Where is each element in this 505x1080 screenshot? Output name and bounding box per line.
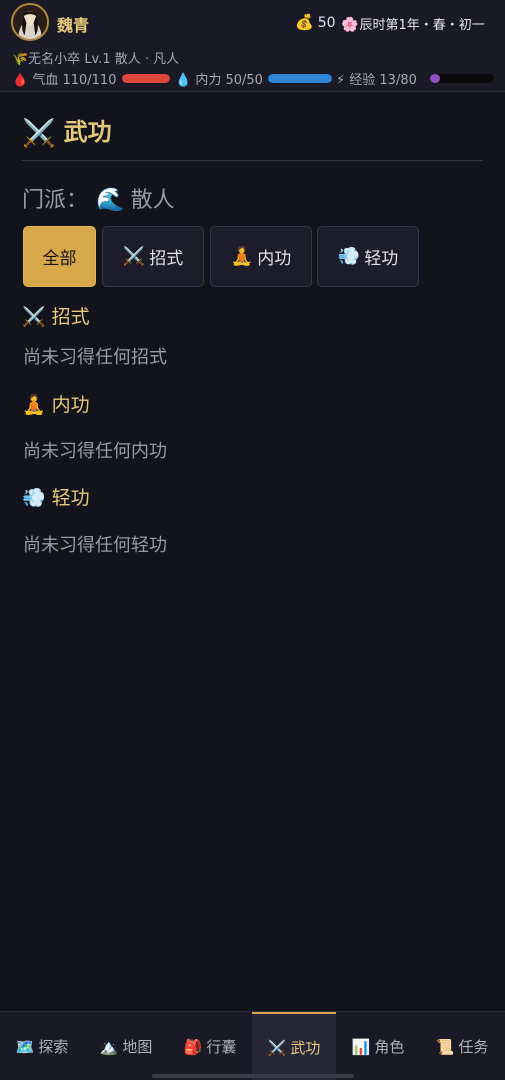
portrait-icon [13,5,47,39]
bar-chart-icon: 📊 [351,1037,371,1056]
mp-bar [268,74,332,83]
nav-character[interactable]: 📊 角色 [336,1012,420,1080]
game-time-text: 辰时第1年・春・初一 [359,18,485,33]
group-lightness-empty: 尚未习得任何轻功 [23,535,167,556]
tab-lightness[interactable]: 💨 轻功 [317,226,419,287]
nav-martial-arts[interactable]: ⚔️ 武功 [252,1012,336,1080]
nav-inventory-label: 行囊 [206,1038,237,1056]
group-lightness-heading: 💨 轻功 [22,483,90,510]
hp-bar-fill [122,74,170,83]
scroll-icon: 📜 [435,1037,455,1056]
tab-inner-power-label: 内功 [257,249,292,269]
status-header: 魏青 💰 50 🌸辰时第1年・春・初一 🌾无名小卒 Lv.1 散人 · 凡人 🩸 … [0,0,505,92]
blossom-icon: 🌸 [341,17,359,33]
sect-label: 门派： [22,188,89,213]
tab-all-label: 全部 [42,249,77,269]
hp-bar [122,74,170,83]
nav-map[interactable]: 🏔️ 地图 [84,1012,168,1080]
tab-moves-label: 招式 [149,249,184,269]
map-icon: 🗺️ [15,1037,35,1056]
tab-lightness-label: 轻功 [364,249,399,269]
nav-character-label: 角色 [374,1038,405,1056]
group-inner-heading: 🧘 内功 [22,390,90,417]
dash-icon: 💨 [22,487,46,509]
lightning-icon: ⚡ [336,73,346,88]
nav-quests-label: 任务 [458,1038,489,1056]
money-amount: 50 [317,15,336,31]
tab-inner-power[interactable]: 🧘 内功 [210,226,312,287]
mountain-icon: 🏔️ [99,1037,119,1056]
player-title-line: 🌾无名小卒 Lv.1 散人 · 凡人 [12,52,180,67]
money-bag-icon: 💰 [295,13,314,31]
crossed-swords-icon: ⚔️ [122,246,146,267]
sect-row: 门派： 🌊 散人 [22,182,175,214]
exp-bar [430,74,494,83]
group-moves-title: 招式 [51,306,90,328]
nav-inventory[interactable]: 🎒 行囊 [168,1012,252,1080]
exp-stat: ⚡ 经验 13/80 [336,69,417,88]
game-time: 🌸辰时第1年・春・初一 [341,14,485,33]
home-indicator [152,1074,354,1078]
meditation-icon: 🧘 [22,394,46,416]
bottom-nav: 🗺️ 探索 🏔️ 地图 🎒 行囊 ⚔️ 武功 📊 角色 📜 任务 [0,1011,505,1080]
group-inner-title: 内功 [51,394,90,416]
exp-bar-fill [430,74,441,83]
group-inner-empty: 尚未习得任何内功 [23,441,167,462]
money-display: 💰 50 [295,13,336,31]
sect-value: 散人 [130,188,175,213]
wave-icon: 🌊 [96,187,125,213]
mp-stat: 💧 内力 50/50 [175,69,263,88]
crossed-swords-icon: ⚔️ [22,306,46,328]
stat-bars: 🩸 气血 110/110 💧 内力 50/50 ⚡ 经验 13/80 [12,69,498,89]
dash-icon: 💨 [337,246,361,267]
water-drop-icon: 💧 [175,73,192,88]
hp-text: 气血 110/110 [32,73,117,88]
crossed-swords-icon: ⚔️ [267,1038,287,1057]
player-avatar[interactable] [11,3,49,41]
page-title-text: 武功 [63,118,112,146]
blood-drop-icon: 🩸 [12,73,29,88]
nav-quests[interactable]: 📜 任务 [420,1012,504,1080]
mp-bar-fill [268,74,332,83]
group-moves-heading: ⚔️ 招式 [22,302,90,329]
player-name: 魏青 [57,16,90,35]
backpack-icon: 🎒 [183,1037,203,1056]
tab-moves[interactable]: ⚔️ 招式 [102,226,204,287]
hp-stat: 🩸 气血 110/110 [12,69,116,88]
crossed-swords-icon: ⚔️ [22,118,56,149]
nav-explore[interactable]: 🗺️ 探索 [0,1012,84,1080]
nav-map-label: 地图 [122,1038,153,1056]
mp-text: 内力 50/50 [195,73,263,88]
group-lightness-title: 轻功 [51,487,90,509]
page-title: ⚔️ 武功 [22,112,112,149]
nav-explore-label: 探索 [38,1038,69,1056]
tab-all[interactable]: 全部 [23,226,96,287]
nav-martial-arts-label: 武功 [290,1039,321,1057]
meditation-icon: 🧘 [230,246,254,267]
exp-text: 经验 13/80 [349,73,417,88]
title-divider [22,160,483,161]
group-moves-empty: 尚未习得任何招式 [23,347,167,368]
